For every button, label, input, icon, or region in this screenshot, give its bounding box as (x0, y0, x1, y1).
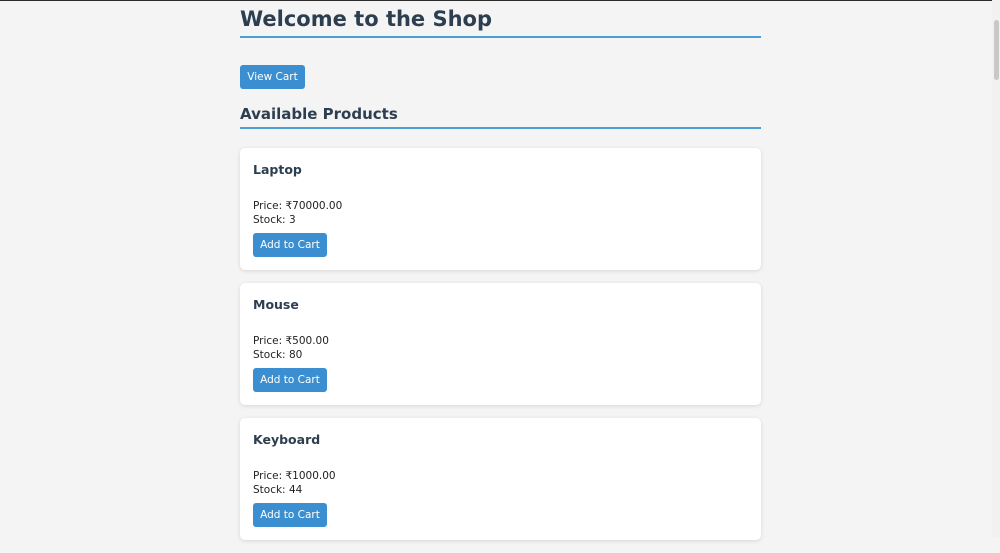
section-title: Available Products (240, 105, 398, 123)
price-label: Price: (253, 335, 286, 347)
product-price: Price: ₹70000.00 (253, 199, 748, 213)
product-stock: Stock: 44 (253, 483, 748, 497)
add-to-cart-button-keyboard[interactable]: Add to Cart (253, 503, 327, 527)
add-to-cart-button-mouse[interactable]: Add to Cart (253, 368, 327, 392)
product-name: Mouse (253, 297, 299, 312)
stock-label: Stock: (253, 484, 289, 496)
product-card-keyboard: Keyboard Price: ₹1000.00 Stock: 44 Add t… (240, 418, 761, 540)
product-card-mouse: Mouse Price: ₹500.00 Stock: 80 Add to Ca… (240, 283, 761, 405)
product-price: Price: ₹500.00 (253, 334, 748, 348)
scrollbar-thumb[interactable] (994, 20, 999, 80)
product-list: Laptop Price: ₹70000.00 Stock: 3 Add to … (240, 148, 761, 540)
stock-value: 44 (288, 484, 303, 496)
product-price: Price: ₹1000.00 (253, 469, 748, 483)
price-value: ₹70000.00 (285, 200, 343, 212)
product-stock: Stock: 80 (253, 348, 748, 362)
price-value: ₹500.00 (285, 335, 329, 347)
shop-container: Welcome to the Shop View Cart Available … (240, 0, 761, 553)
price-label: Price: (253, 470, 286, 482)
product-stock: Stock: 3 (253, 213, 748, 227)
stock-value: 3 (288, 214, 296, 226)
price-label: Price: (253, 200, 286, 212)
price-value: ₹1000.00 (285, 470, 336, 482)
product-name: Laptop (253, 162, 302, 177)
stock-label: Stock: (253, 349, 289, 361)
stock-value: 80 (288, 349, 303, 361)
product-card-laptop: Laptop Price: ₹70000.00 Stock: 3 Add to … (240, 148, 761, 270)
stock-label: Stock: (253, 214, 289, 226)
view-cart-button[interactable]: View Cart (240, 65, 305, 89)
page-scrollbar[interactable] (992, 0, 1000, 537)
title-divider (240, 36, 761, 38)
section-divider (240, 127, 761, 129)
product-name: Keyboard (253, 432, 321, 447)
page-title: Welcome to the Shop (240, 7, 493, 31)
add-to-cart-button-laptop[interactable]: Add to Cart (253, 233, 327, 257)
